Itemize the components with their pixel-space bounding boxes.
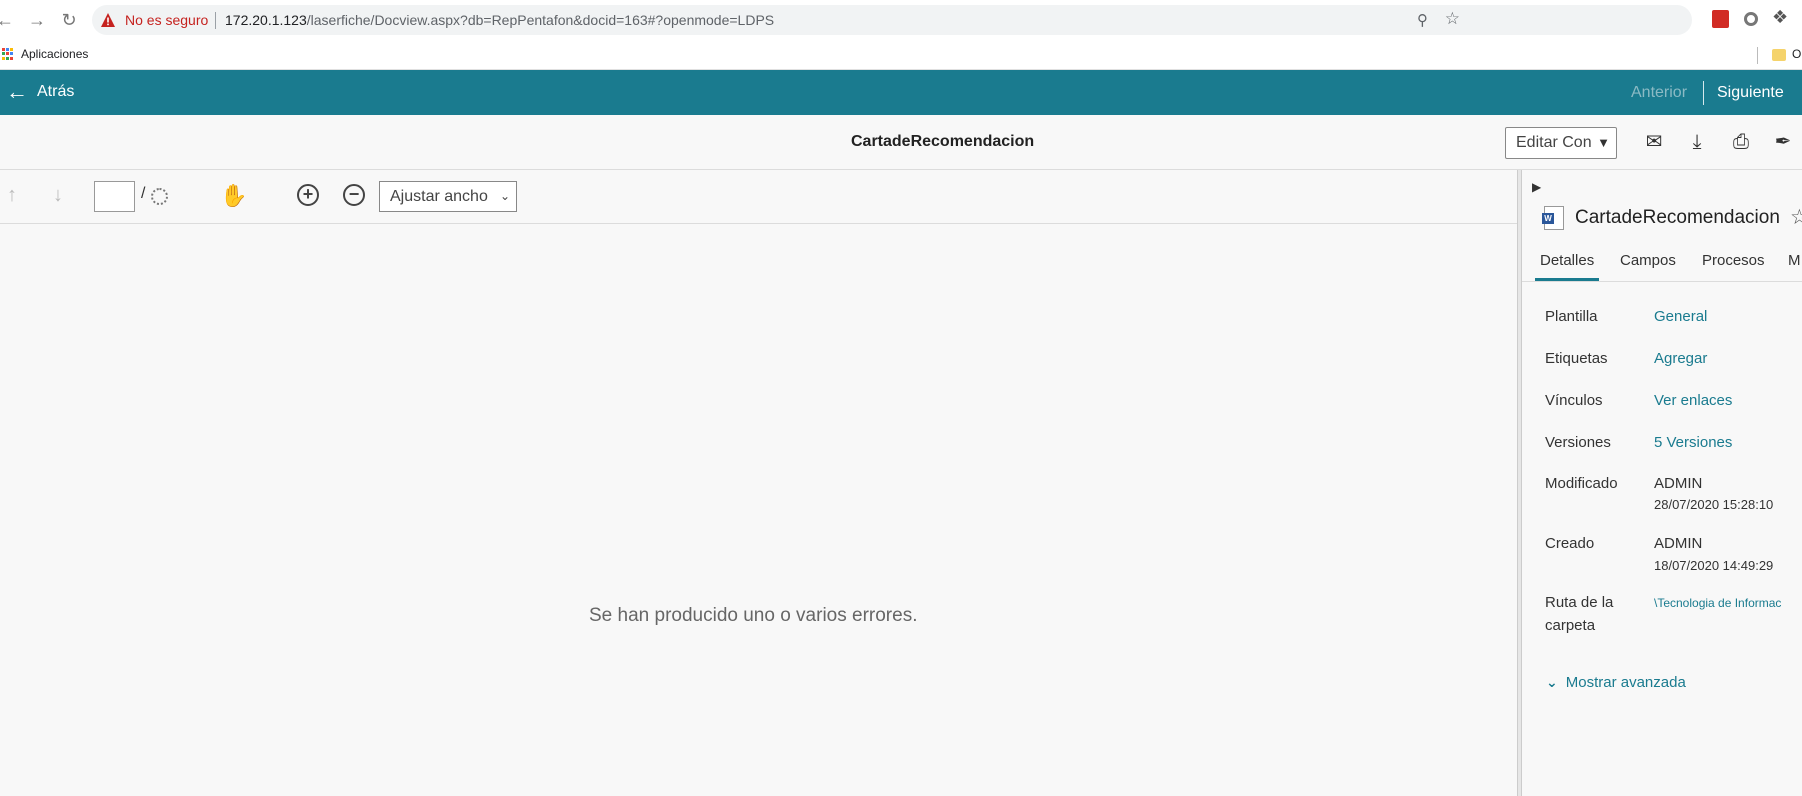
loading-spinner-icon (151, 188, 168, 205)
page-up-icon[interactable]: ↑ (7, 184, 17, 207)
page-number-input[interactable] (94, 181, 135, 212)
plantilla-link[interactable]: General (1654, 308, 1707, 325)
prop-label-ruta-line2: carpeta (1545, 617, 1596, 634)
warning-icon (101, 13, 115, 27)
word-document-icon: W (1542, 206, 1564, 230)
favorite-star-icon[interactable]: ☆ (1790, 205, 1802, 230)
prop-label-creado: Creado (1545, 535, 1595, 552)
document-viewer[interactable]: Se han producido uno o varios errores. (0, 224, 1517, 796)
bookmark-star-icon[interactable]: ☆ (1445, 9, 1460, 29)
folder-icon[interactable] (1772, 49, 1786, 61)
prop-label-modificado: Modificado (1545, 475, 1618, 492)
tab-more[interactable]: M (1788, 252, 1801, 269)
tabs-divider (1522, 281, 1802, 282)
zoom-icon[interactable]: ⚲ (1417, 11, 1428, 29)
modificado-user: ADMIN (1654, 475, 1703, 492)
next-button[interactable]: Siguiente (1717, 84, 1784, 102)
etiquetas-link[interactable]: Agregar (1654, 350, 1707, 367)
back-arrow-icon[interactable]: ← (6, 80, 28, 104)
folder-path-link[interactable]: \Tecnologia de Informac (1654, 596, 1781, 610)
omnibox-separator (215, 12, 216, 29)
tab-procesos[interactable]: Procesos (1702, 252, 1765, 269)
back-button[interactable]: Atrás (37, 83, 74, 101)
sign-icon[interactable]: ✒ (1770, 129, 1796, 155)
edit-with-select[interactable]: Editar Con ▼ (1505, 127, 1617, 159)
pdf-extension-icon[interactable] (1712, 10, 1729, 28)
collapse-panel-icon[interactable]: ▶ (1532, 180, 1541, 194)
tab-campos[interactable]: Campos (1620, 252, 1676, 269)
print-icon[interactable]: ⎙ (1728, 129, 1754, 155)
prop-label-ruta-line1: Ruta de la (1545, 594, 1614, 611)
vinculos-link[interactable]: Ver enlaces (1654, 392, 1732, 409)
viewer-toolbar: ↑ ↓ / ✋ + − Ajustar ancho ⌄ (0, 170, 1517, 224)
previous-button[interactable]: Anterior (1631, 84, 1687, 102)
chevron-down-icon: ⌄ (1546, 674, 1558, 690)
zoom-mode-value: Ajustar ancho (390, 188, 488, 205)
url-path: /laserfiche/Docview.aspx?db=RepPentafon&… (306, 12, 775, 28)
zoom-out-icon[interactable]: − (343, 184, 365, 206)
prop-label-etiquetas: Etiquetas (1545, 350, 1608, 367)
browser-toolbar: ← → ↻ No es seguro 172.20.1.123/laserfic… (0, 0, 1802, 40)
edit-with-value: Editar Con (1516, 134, 1592, 151)
prop-label-vinculos: Vínculos (1545, 392, 1603, 409)
zoom-mode-select[interactable]: Ajustar ancho ⌄ (379, 181, 517, 212)
show-advanced-toggle[interactable]: ⌄ Mostrar avanzada (1546, 674, 1686, 691)
zoom-in-icon[interactable]: + (297, 184, 319, 206)
page-separator: / (141, 185, 146, 202)
versiones-link[interactable]: 5 Versiones (1654, 434, 1732, 451)
pan-hand-icon[interactable]: ✋ (220, 183, 247, 209)
show-advanced-label: Mostrar avanzada (1565, 674, 1686, 691)
download-icon[interactable]: ⤓ (1684, 129, 1710, 155)
document-title: CartadeRecomendacion (851, 133, 1035, 150)
browser-forward-icon[interactable]: → (26, 9, 48, 31)
document-titlebar: CartadeRecomendacion Editar Con ▼ ✉ ⤓ ⎙ … (0, 115, 1802, 170)
metadata-panel: ▶ W CartadeRecomendacion ☆ Detalles Camp… (1522, 170, 1802, 796)
address-bar[interactable]: No es seguro 172.20.1.123/laserfiche/Doc… (92, 5, 1692, 35)
bookmark-apps[interactable]: Aplicaciones (21, 47, 88, 61)
prop-label-versiones: Versiones (1545, 434, 1611, 451)
header-divider (1703, 81, 1704, 105)
panel-title: CartadeRecomendacion (1575, 207, 1780, 228)
tab-detalles[interactable]: Detalles (1540, 252, 1594, 269)
email-icon[interactable]: ✉ (1641, 129, 1667, 155)
url-host: 172.20.1.123 (225, 12, 307, 28)
browser-reload-icon[interactable]: ↻ (58, 9, 80, 31)
security-label[interactable]: No es seguro (125, 12, 208, 28)
error-message: Se han producido uno o varios errores. (589, 605, 918, 626)
apps-grid-icon[interactable] (2, 48, 14, 60)
bookmarks-divider (1757, 47, 1758, 64)
caret-down-icon: ▼ (1597, 135, 1610, 150)
url-text[interactable]: 172.20.1.123/laserfiche/Docview.aspx?db=… (225, 12, 774, 28)
extensions-puzzle-icon[interactable]: ❖ (1772, 7, 1788, 28)
bookmarks-bar: Aplicaciones O (0, 40, 1802, 70)
browser-back-icon[interactable]: ← (0, 9, 16, 31)
extension-circle-icon[interactable] (1744, 12, 1758, 26)
creado-user: ADMIN (1654, 535, 1703, 552)
page-down-icon[interactable]: ↓ (53, 184, 63, 207)
bookmark-folder[interactable]: O (1792, 47, 1801, 61)
prop-label-plantilla: Plantilla (1545, 308, 1598, 325)
creado-date: 18/07/2020 14:49:29 (1654, 558, 1774, 573)
chevron-down-icon: ⌄ (499, 189, 510, 203)
modificado-date: 28/07/2020 15:28:10 (1654, 497, 1774, 512)
app-header: ← Atrás Anterior Siguiente (0, 70, 1802, 115)
